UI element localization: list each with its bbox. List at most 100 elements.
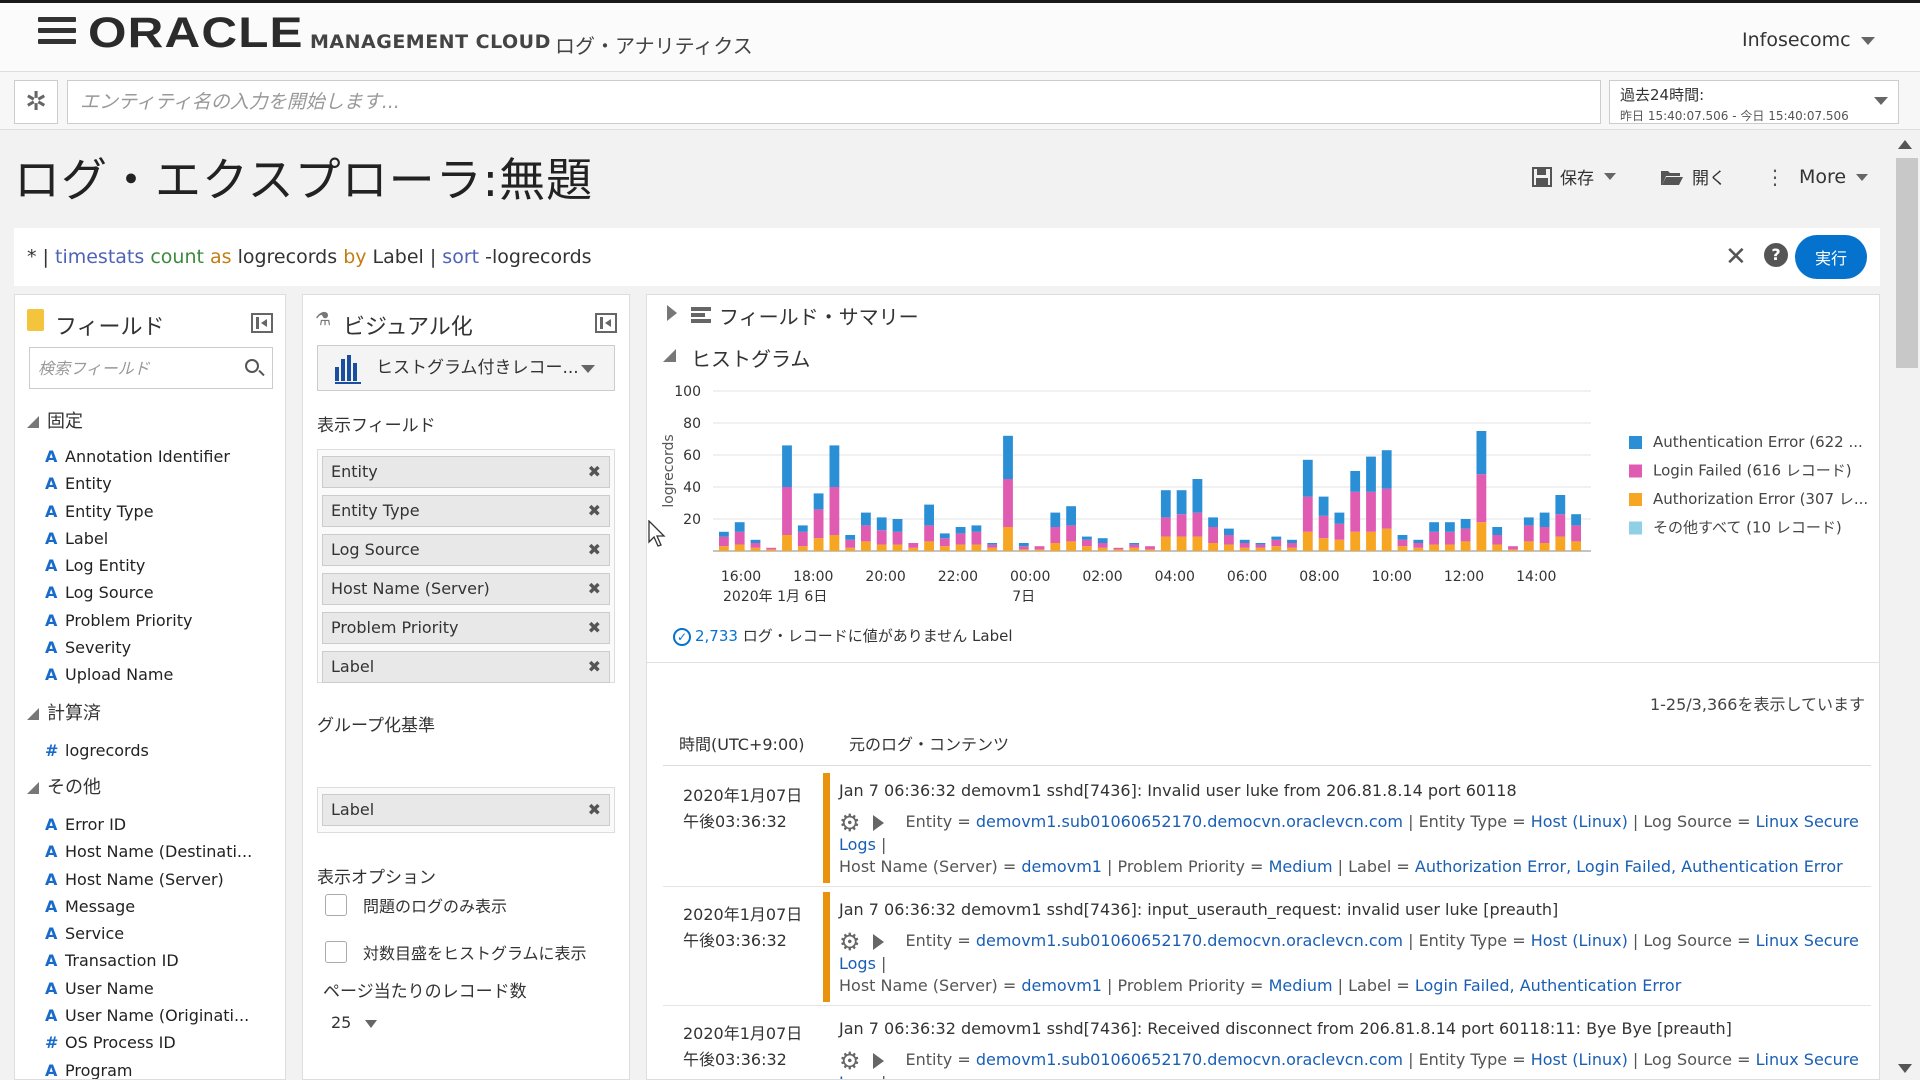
histogram-bar-segment[interactable] [1523, 517, 1534, 526]
histogram-bar-segment[interactable] [1508, 549, 1518, 551]
expand-triangle-icon[interactable] [667, 305, 677, 321]
log-scale-checkbox[interactable]: 対数目盛をヒストグラムに表示 [325, 940, 587, 964]
histogram-bar-segment[interactable] [1350, 491, 1361, 532]
log-record-row[interactable]: 2020年1月07日 午後03:36:32 Jan 7 06:36:32 demov… [663, 1007, 1871, 1079]
histogram-bar-segment[interactable] [987, 544, 998, 548]
histogram-bar-segment[interactable] [1239, 539, 1250, 543]
histogram-bar-segment[interactable] [845, 535, 856, 540]
meta-value-link[interactable]: Medium [1269, 857, 1333, 876]
histogram-bar-segment[interactable] [1523, 541, 1534, 551]
histogram-bar-segment[interactable] [1492, 527, 1503, 535]
page-size-select[interactable]: 25 [331, 1013, 378, 1032]
gear-icon[interactable]: ⚙ [839, 1049, 861, 1073]
histogram-bar-segment[interactable] [908, 547, 919, 551]
meta-value-link[interactable]: Host (Linux) [1531, 1050, 1628, 1069]
field-item[interactable]: A User Name [45, 975, 252, 1002]
histogram-bar-segment[interactable] [1097, 547, 1108, 551]
histogram-bar-segment[interactable] [797, 531, 808, 547]
histogram-bar-segment[interactable] [1334, 512, 1345, 524]
histogram-bar-segment[interactable] [1413, 547, 1424, 551]
histogram-bar-segment[interactable] [1239, 547, 1250, 551]
histogram-bar-segment[interactable] [876, 544, 887, 551]
field-item[interactable]: A Log Entity [45, 552, 230, 579]
field-item[interactable]: A Error ID [45, 811, 252, 838]
histogram-bar-segment[interactable] [1034, 546, 1045, 550]
histogram-bar-segment[interactable] [1082, 539, 1092, 547]
histogram-bar-segment[interactable] [971, 531, 982, 545]
histogram-bar-segment[interactable] [1208, 527, 1218, 543]
histogram-bar-segment[interactable] [1082, 546, 1092, 551]
checkbox[interactable] [325, 941, 347, 963]
log-record-row[interactable]: 2020年1月07日 午後03:36:32 Jan 7 06:36:32 demov… [663, 769, 1871, 887]
histogram-bar-segment[interactable] [782, 445, 792, 487]
histogram-bar-segment[interactable] [1208, 543, 1218, 551]
column-header-content[interactable]: 元のログ・コンテンツ [849, 731, 1009, 755]
remove-chip-icon[interactable]: ✖ [588, 652, 601, 682]
histogram-bar-segment[interactable] [1539, 512, 1550, 527]
histogram-bar-segment[interactable] [1018, 549, 1029, 551]
histogram-bar-segment[interactable] [1145, 546, 1155, 550]
histogram-bar-segment[interactable] [939, 546, 950, 551]
section-other[interactable]: その他 [27, 773, 101, 799]
histogram-bar-segment[interactable] [1066, 506, 1076, 526]
histogram-bar-segment[interactable] [1350, 531, 1361, 551]
field-item[interactable]: # OS Process ID [45, 1029, 252, 1056]
histogram-bar-segment[interactable] [1460, 519, 1471, 529]
histogram-bar-segment[interactable] [1555, 536, 1566, 551]
histogram-bar-segment[interactable] [955, 544, 966, 551]
legend-entry[interactable]: Authorization Error (307 レ... [1653, 490, 1868, 508]
histogram-bar-segment[interactable] [971, 525, 982, 532]
help-icon[interactable]: ? [1764, 243, 1788, 267]
histogram-bar-segment[interactable] [1113, 547, 1124, 550]
field-chip[interactable]: Label ✖ [322, 651, 610, 683]
histogram-bar-segment[interactable] [1571, 514, 1581, 526]
remove-chip-icon[interactable]: ✖ [588, 535, 601, 565]
histogram-bar-segment[interactable] [876, 517, 887, 531]
field-item[interactable]: A Host Name (Destinati... [45, 838, 252, 865]
log-record-row[interactable]: 2020年1月07日 午後03:36:32 Jan 7 06:36:32 demov… [663, 888, 1871, 1006]
histogram-bar-segment[interactable] [924, 541, 934, 551]
field-item[interactable]: A Log Source [45, 579, 230, 606]
histogram-bar-segment[interactable] [1429, 531, 1439, 545]
histogram-bar-segment[interactable] [1097, 538, 1108, 543]
histogram-bar-segment[interactable] [1050, 543, 1061, 551]
histogram-bar-segment[interactable] [1160, 536, 1171, 551]
meta-value-link[interactable]: Host (Linux) [1531, 812, 1628, 831]
save-button[interactable]: 保存 [1532, 164, 1616, 189]
histogram-bar-segment[interactable] [1381, 450, 1392, 489]
histogram-bar-segment[interactable] [1192, 479, 1203, 513]
histogram-bar-segment[interactable] [1192, 536, 1203, 551]
remove-chip-icon[interactable]: ✖ [588, 496, 601, 526]
histogram-bar-segment[interactable] [1350, 471, 1361, 492]
histogram-bar-segment[interactable] [1287, 539, 1297, 543]
histogram-bar-segment[interactable] [876, 530, 887, 545]
histogram-bar-segment[interactable] [734, 531, 745, 545]
meta-value-link[interactable]: demovm1.sub01060652170.democvn.oraclevcn… [976, 931, 1403, 950]
scroll-down-icon[interactable] [1898, 1064, 1912, 1073]
remove-chip-icon[interactable]: ✖ [588, 613, 601, 643]
histogram-bar-segment[interactable] [845, 547, 856, 551]
histogram-bar-segment[interactable] [1129, 544, 1140, 548]
field-item[interactable]: A Upload Name [45, 661, 230, 688]
histogram-bar-segment[interactable] [1287, 543, 1297, 548]
meta-value-link[interactable]: Authorization Error, Login Failed, Authe… [1415, 857, 1843, 876]
histogram-bar-segment[interactable] [924, 504, 934, 526]
histogram-bar-segment[interactable] [1445, 531, 1455, 545]
field-item[interactable]: A Entity [45, 470, 230, 497]
meta-value-link[interactable]: Host (Linux) [1531, 931, 1628, 950]
remove-chip-icon[interactable]: ✖ [588, 457, 601, 487]
query-editor[interactable]: * | timestats count as logrecords by Lab… [27, 246, 592, 268]
histogram-title[interactable]: ヒストグラム [691, 343, 810, 372]
field-summary-title[interactable]: フィールド・サマリー [719, 301, 919, 330]
histogram-bar-segment[interactable] [1476, 474, 1487, 523]
histogram-bar-segment[interactable] [1176, 514, 1187, 537]
histogram-bar-segment[interactable] [1429, 522, 1439, 532]
histogram-bar-segment[interactable] [1366, 456, 1376, 492]
collapse-panel-icon[interactable] [251, 313, 273, 333]
open-button[interactable]: 開く [1660, 164, 1726, 189]
section-fixed[interactable]: 固定 [27, 407, 83, 433]
histogram-bar-segment[interactable] [1287, 547, 1297, 551]
checkbox[interactable] [325, 894, 347, 916]
entity-search-input[interactable] [67, 80, 1601, 124]
histogram-bar-segment[interactable] [1429, 544, 1439, 551]
